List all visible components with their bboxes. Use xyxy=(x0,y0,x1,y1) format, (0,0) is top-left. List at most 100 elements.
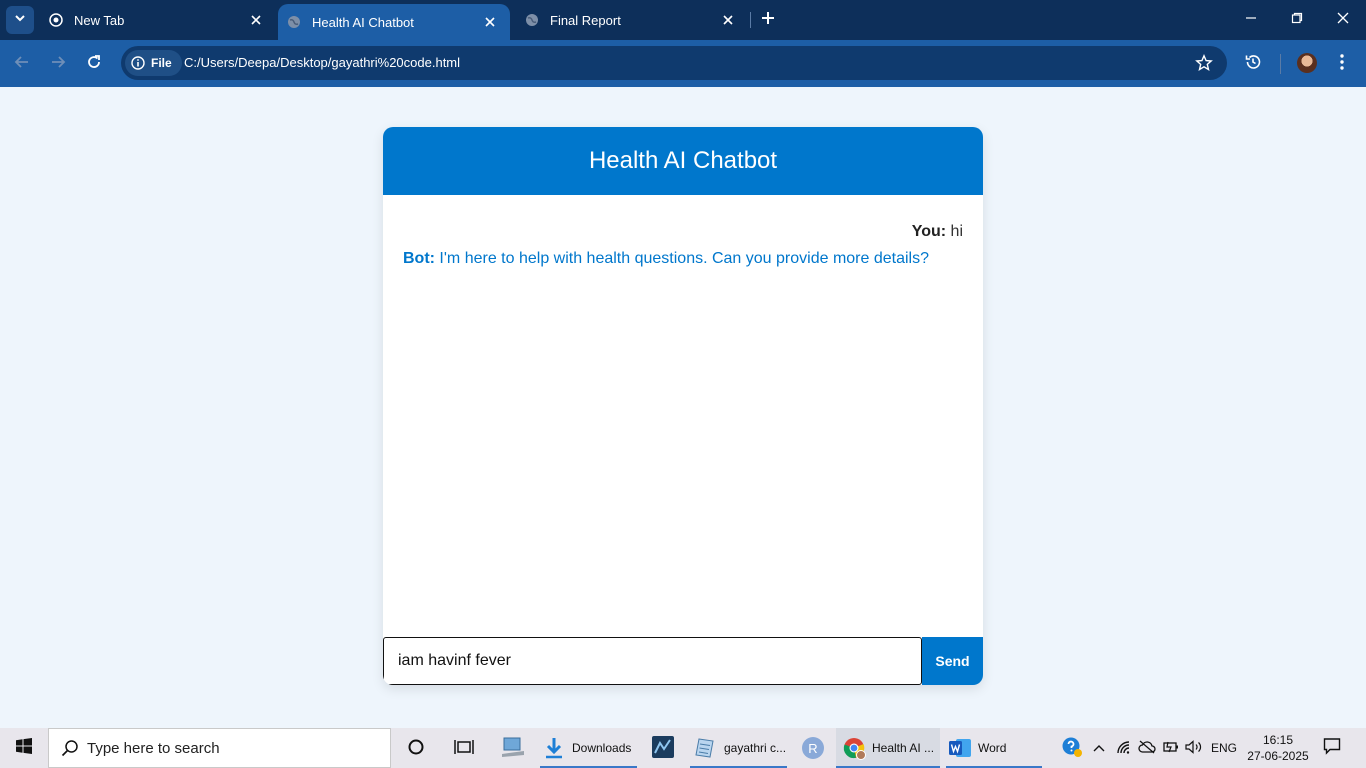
bookmark-star-icon[interactable] xyxy=(1195,54,1213,72)
onedrive-tray[interactable] xyxy=(1137,728,1157,768)
restore-button[interactable] xyxy=(1274,0,1320,40)
chat-input-row: Send xyxy=(383,637,983,685)
forward-button[interactable] xyxy=(44,50,72,78)
taskbar-app-file-explorer[interactable] xyxy=(498,728,528,768)
database-icon xyxy=(651,735,675,762)
help-tray-button[interactable] xyxy=(1060,728,1084,768)
clock-time: 16:15 xyxy=(1262,733,1294,747)
back-button[interactable] xyxy=(8,50,36,78)
tab-search-button[interactable] xyxy=(6,6,34,34)
chatbot-header: Health AI Chatbot xyxy=(383,127,983,195)
network-tray[interactable] xyxy=(1114,728,1134,768)
chatbot-title: Health AI Chatbot xyxy=(588,147,778,174)
taskbar-app-label: Health AI ... xyxy=(872,741,935,755)
taskbar-app-r[interactable]: R xyxy=(800,728,826,768)
taskbar: Type here to search Downloads gayathri c… xyxy=(0,728,1366,768)
action-center-button[interactable] xyxy=(1320,736,1344,760)
chevron-up-icon xyxy=(1093,741,1105,755)
taskbar-app-label: gayathri c... xyxy=(724,741,787,755)
task-view-icon xyxy=(454,738,474,759)
tab-title: New Tab xyxy=(74,12,125,28)
clock-date: 27-06-2025 xyxy=(1247,749,1309,763)
windows-logo-icon xyxy=(16,737,32,759)
sender-label: You: xyxy=(911,223,947,240)
bot-message: Bot: I'm here to help with health questi… xyxy=(403,250,963,268)
menu-button[interactable] xyxy=(1330,52,1354,76)
start-button[interactable] xyxy=(0,728,48,768)
new-tab-button[interactable] xyxy=(758,10,778,30)
help-icon xyxy=(1061,736,1083,761)
message-text: hi xyxy=(946,223,963,240)
volume-tray[interactable] xyxy=(1184,728,1204,768)
chat-log: You: hi Bot: I'm here to help with healt… xyxy=(383,195,983,637)
more-vert-icon xyxy=(1340,53,1344,75)
browser-toolbar: File C:/Users/Deepa/Desktop/gayathri%20c… xyxy=(0,40,1366,87)
cortana-button[interactable] xyxy=(404,728,428,768)
send-button[interactable]: Send xyxy=(922,637,983,685)
close-icon[interactable] xyxy=(482,14,498,30)
reload-icon xyxy=(86,54,102,75)
url-text[interactable]: C:/Users/Deepa/Desktop/gayathri%20code.h… xyxy=(184,55,460,70)
network-drive-icon xyxy=(500,736,526,761)
arrow-left-icon xyxy=(14,54,30,75)
info-icon xyxy=(131,56,145,70)
chrome-icon xyxy=(48,12,64,28)
chrome-icon xyxy=(842,736,866,760)
globe-icon xyxy=(524,12,540,28)
site-info-chip[interactable]: File xyxy=(125,50,182,76)
tab-title: Health AI Chatbot xyxy=(312,14,414,30)
tab-divider xyxy=(750,12,751,28)
tab-final-report[interactable]: Final Report xyxy=(516,0,748,40)
tab-strip: New Tab Health AI Chatbot Final Report xyxy=(0,0,1366,40)
history-button[interactable] xyxy=(1241,52,1265,76)
tab-health-ai-chatbot[interactable]: Health AI Chatbot xyxy=(278,4,510,40)
user-message: You: hi xyxy=(403,223,963,241)
notepad-icon xyxy=(694,737,716,759)
task-view-button[interactable] xyxy=(452,728,476,768)
history-icon xyxy=(1244,53,1262,76)
battery-icon xyxy=(1161,740,1179,757)
show-hidden-icons-button[interactable] xyxy=(1090,728,1108,768)
taskbar-app-downloads[interactable]: Downloads xyxy=(540,728,637,768)
battery-tray[interactable] xyxy=(1160,728,1180,768)
taskbar-app-mysql[interactable] xyxy=(648,728,678,768)
word-icon xyxy=(948,737,972,759)
reload-button[interactable] xyxy=(80,50,108,78)
taskbar-app-chrome[interactable]: Health AI ... xyxy=(836,728,940,768)
minimize-button[interactable] xyxy=(1228,0,1274,40)
system-clock[interactable]: 16:15 27-06-2025 xyxy=(1242,732,1314,764)
message-text: I'm here to help with health questions. … xyxy=(434,250,929,267)
restore-icon xyxy=(1291,11,1303,29)
input-language[interactable]: ENG xyxy=(1208,728,1240,768)
address-bar[interactable]: File C:/Users/Deepa/Desktop/gayathri%20c… xyxy=(121,46,1227,80)
profile-r-icon: R xyxy=(802,737,824,759)
message-input[interactable] xyxy=(383,637,922,685)
cortana-icon xyxy=(407,738,425,759)
profile-avatar[interactable] xyxy=(1297,53,1317,73)
taskbar-app-word[interactable]: Word xyxy=(946,728,1042,768)
globe-icon xyxy=(286,14,302,30)
notification-icon xyxy=(1323,737,1341,760)
search-icon xyxy=(61,739,79,757)
toolbar-divider xyxy=(1280,54,1281,74)
taskbar-app-notepad[interactable]: gayathri c... xyxy=(690,728,787,768)
minimize-icon xyxy=(1245,11,1257,29)
chatbot-card: Health AI Chatbot You: hi Bot: I'm here … xyxy=(383,127,983,685)
tab-title: Final Report xyxy=(550,12,621,28)
tab-new-tab[interactable]: New Tab xyxy=(40,0,276,40)
close-icon[interactable] xyxy=(248,12,264,28)
cloud-icon xyxy=(1138,740,1156,757)
taskbar-search[interactable]: Type here to search xyxy=(48,728,391,768)
close-window-button[interactable] xyxy=(1320,0,1366,40)
download-arrow-icon xyxy=(544,737,564,759)
sender-label: Bot: xyxy=(403,250,435,267)
speaker-icon xyxy=(1185,739,1203,757)
search-placeholder: Type here to search xyxy=(87,739,220,757)
close-icon[interactable] xyxy=(720,12,736,28)
wifi-icon xyxy=(1116,740,1132,757)
close-icon xyxy=(1337,11,1349,29)
taskbar-app-label: Word xyxy=(978,741,1007,755)
site-chip-label: File xyxy=(151,56,172,70)
arrow-right-icon xyxy=(50,54,66,75)
taskbar-app-label: Downloads xyxy=(572,741,632,755)
